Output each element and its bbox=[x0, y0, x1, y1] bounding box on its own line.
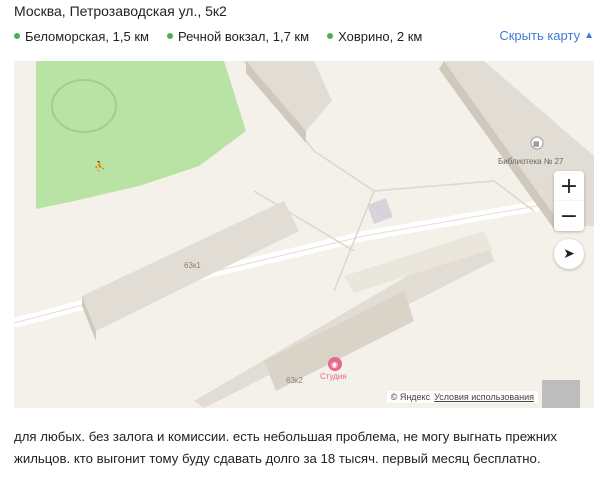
building-label-63k1: 63к1 bbox=[184, 261, 201, 270]
locate-button[interactable]: ➤ bbox=[554, 239, 584, 269]
metro-dot-icon bbox=[327, 33, 334, 39]
metro-station-2: Речной вокзал, 1,7 км bbox=[166, 28, 310, 44]
map-overlay-box bbox=[542, 380, 580, 408]
metro-dot-icon bbox=[14, 33, 20, 39]
metro-dot-icon bbox=[166, 33, 173, 39]
metro-station-label: Ховрино, 2 км bbox=[338, 28, 423, 44]
studio-pin-glyph: ◉ bbox=[331, 360, 338, 369]
metro-station-label: Беломорская, 1,5 км bbox=[25, 28, 149, 44]
listing-description: для любых. без залога и комиссии. есть н… bbox=[14, 429, 557, 466]
map-copyright: © Яндекс Условия использования bbox=[386, 391, 538, 403]
hide-map-label: Скрыть карту bbox=[499, 28, 581, 43]
map-view[interactable]: ⛹ 63к1 63к2 ▦ Библиотека № 27 ◉ Студия +… bbox=[14, 61, 594, 408]
playground-icon: ⛹ bbox=[94, 160, 105, 171]
map-canvas: ⛹ 63к1 63к2 ▦ Библиотека № 27 ◉ Студия bbox=[14, 61, 594, 408]
terms-link[interactable]: Условия использования bbox=[434, 392, 534, 402]
studio-label: Студия bbox=[320, 372, 347, 381]
yandex-label: © Яндекс bbox=[390, 392, 431, 402]
library-label: Библиотека № 27 bbox=[498, 157, 564, 166]
metro-station-label: Речной вокзал, 1,7 км bbox=[177, 28, 310, 44]
small-structure bbox=[367, 198, 393, 224]
library-icon-glyph: ▦ bbox=[533, 141, 540, 148]
hide-map-link[interactable]: Скрыть карту ▲ bbox=[499, 28, 594, 43]
address-line: Москва, Петрозаводская ул., 5к2 bbox=[14, 3, 227, 19]
navigation-arrow-icon: ➤ bbox=[563, 246, 575, 262]
chevron-up-icon: ▲ bbox=[584, 30, 594, 41]
zoom-in-button[interactable]: + bbox=[554, 171, 584, 201]
metro-station-1: Беломорская, 1,5 км bbox=[14, 29, 149, 44]
building-label-63k2: 63к2 bbox=[286, 376, 303, 385]
zoom-out-button[interactable]: − bbox=[554, 201, 584, 231]
metro-station-3: Ховрино, 2 км bbox=[327, 29, 422, 44]
